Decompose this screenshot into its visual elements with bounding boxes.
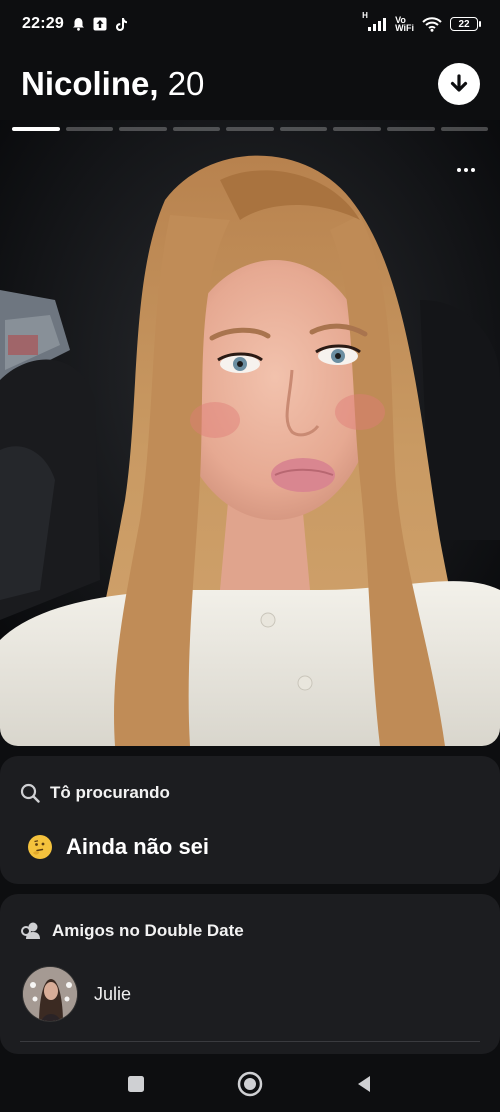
back-button[interactable] <box>350 1070 378 1098</box>
looking-for-value: Ainda não sei <box>66 834 210 859</box>
status-left: 22:29 <box>22 15 128 33</box>
photo-progress-segment <box>279 127 328 131</box>
search-icon <box>20 783 40 803</box>
looking-for-title: Tô procurando <box>50 783 170 802</box>
profile-name: Nicoline, <box>21 65 159 102</box>
status-right: H Vo WiFi 22 <box>362 11 481 33</box>
battery-indicator: 22 <box>450 17 481 31</box>
more-dot-icon <box>464 168 468 172</box>
profile-photo-card[interactable] <box>0 120 500 746</box>
friend-name: Julie <box>94 983 132 1004</box>
looking-for-card: Tô procurando Ainda não sei <box>0 756 500 884</box>
double-date-header: Amigos no Double Date <box>20 916 480 946</box>
arrow-down-icon <box>450 74 468 92</box>
photo-progress-segment <box>119 127 167 131</box>
vowifi-indicator: Vo WiFi <box>395 16 414 33</box>
profile-screen: 22:29 H Vo WiFi 22 Nicoline, 20 Tô procu… <box>0 0 500 1112</box>
profile-photo <box>0 120 500 746</box>
recent-apps-button[interactable] <box>122 1070 150 1098</box>
status-time: 22:29 <box>22 15 64 32</box>
status-bar: 22:29 H Vo WiFi 22 <box>0 0 500 48</box>
photo-progress-segment <box>386 127 435 131</box>
wifi-icon <box>422 16 442 32</box>
home-button[interactable] <box>236 1070 264 1098</box>
profile-title: Nicoline, 20 <box>21 64 204 104</box>
looking-for-value-row: Ainda não sei <box>20 834 480 860</box>
double-date-icon <box>21 922 40 939</box>
photo-progress-segment <box>440 127 489 131</box>
photo-progress-segment <box>65 127 114 131</box>
signal-icon: H <box>362 11 387 31</box>
network-type-label: H <box>362 11 368 20</box>
profile-age: 20 <box>158 65 205 102</box>
square-icon <box>128 1076 144 1092</box>
tiktok-icon <box>115 17 128 32</box>
photo-progress-segment <box>226 127 274 131</box>
looking-for-header: Tô procurando <box>20 778 480 808</box>
photo-progress <box>12 127 489 131</box>
triangle-back-icon <box>358 1076 370 1092</box>
double-date-title: Amigos no Double Date <box>52 921 244 940</box>
more-dot-icon <box>471 168 475 172</box>
friend-avatar <box>22 966 78 1022</box>
more-dot-icon <box>457 168 461 172</box>
photo-progress-segment <box>333 127 381 131</box>
thinking-face-icon <box>28 835 52 859</box>
photo-progress-segment <box>12 127 60 131</box>
more-options-button[interactable] <box>452 158 480 182</box>
upload-icon <box>93 17 107 31</box>
notification-bell-icon <box>72 17 85 31</box>
friend-item[interactable]: Julie <box>20 966 480 1022</box>
profile-header: Nicoline, 20 <box>0 56 500 112</box>
double-date-card: Amigos no Double Date Julie <box>0 894 500 1054</box>
divider <box>20 1041 480 1042</box>
circle-home-icon <box>237 1071 263 1097</box>
system-navigation-bar <box>0 1056 500 1112</box>
photo-progress-segment <box>172 127 221 131</box>
download-button[interactable] <box>438 63 480 105</box>
vowifi-line2: WiFi <box>395 23 414 33</box>
